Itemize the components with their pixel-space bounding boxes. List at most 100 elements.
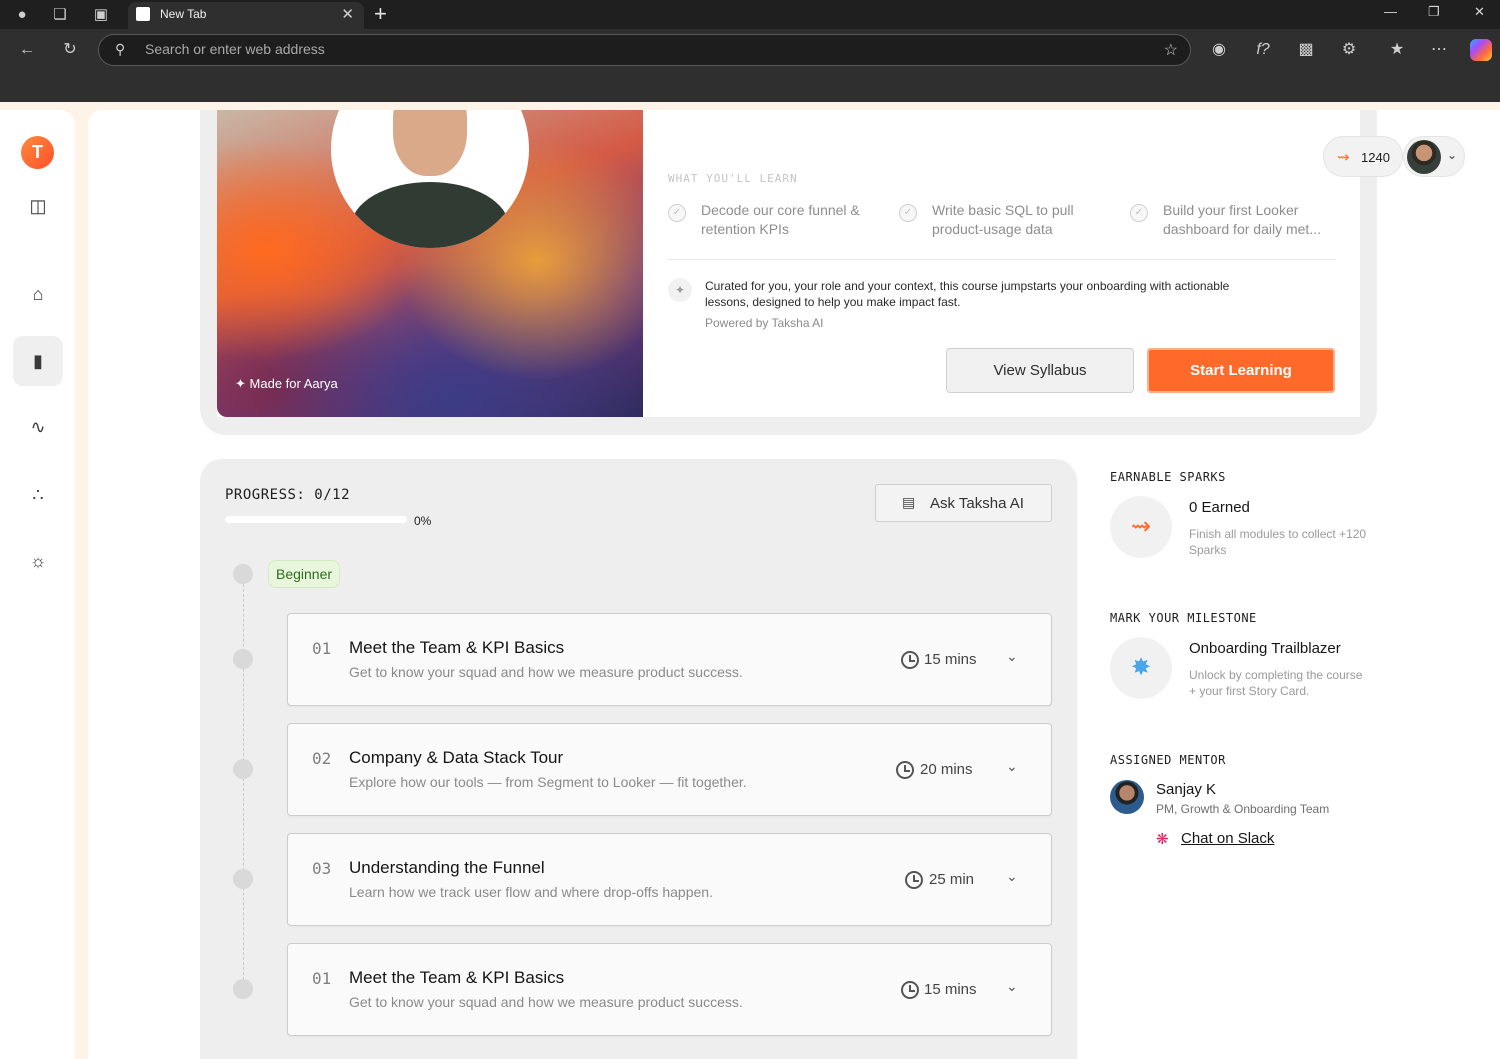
community-icon[interactable]: ∴ xyxy=(24,481,52,509)
extension-icon[interactable]: ◉ xyxy=(1208,39,1230,61)
left-rail: T ◫ ⌂ ▮ ∿ ∴ ☼ xyxy=(0,110,75,1059)
module-duration: 25 min xyxy=(929,871,975,888)
search-icon: ⚲ xyxy=(115,41,126,57)
module-title: Understanding the Funnel xyxy=(349,858,545,877)
milestone-title: Onboarding Trailblazer xyxy=(1189,640,1341,657)
module-duration: 15 mins xyxy=(924,981,977,998)
sparks-earned-desc: Finish all modules to collect +120 Spark… xyxy=(1189,527,1367,557)
mentor-label: ASSIGNED MENTOR xyxy=(1110,753,1226,767)
favorite-star-icon[interactable]: ☆ xyxy=(1164,40,1178,60)
clock-icon xyxy=(905,871,923,889)
clock-icon xyxy=(901,981,919,999)
mentor-role: PM, Growth & Onboarding Team xyxy=(1156,802,1330,816)
sparks-reward-icon: ⇝ xyxy=(1110,496,1172,558)
brain-icon[interactable]: ☼ xyxy=(24,547,52,575)
earnable-sparks-label: EARNABLE SPARKS xyxy=(1110,470,1226,484)
close-window-icon[interactable]: ✕ xyxy=(1474,4,1485,20)
level-badge: Beginner xyxy=(268,560,341,588)
sparks-counter[interactable]: ⇝ 1240 xyxy=(1323,136,1403,177)
back-icon[interactable]: ← xyxy=(16,39,38,61)
ask-ai-button[interactable]: ▤ Ask Taksha AI xyxy=(875,484,1052,522)
main-panel: ✦ Made for Aarya WHAT YOU'LL LEARN ✓ Dec… xyxy=(88,110,1500,1059)
mentor-name: Sanjay K xyxy=(1156,781,1217,798)
browser-toolbar: ← ↻ ⚲ ☆ ◉ f? ▩ ⚙ ★ ⋯ xyxy=(0,29,1500,102)
browser-tab-strip: ● ❏ ▣ New Tab ✕ + — ❐ ✕ xyxy=(0,0,1500,29)
book-icon[interactable]: ▮ xyxy=(24,347,52,375)
module-card[interactable]: 02 Company & Data Stack Tour Explore how… xyxy=(287,723,1052,816)
module-card[interactable]: 01 Meet the Team & KPI Basics Get to kno… xyxy=(287,943,1052,1036)
mentor-avatar xyxy=(1110,780,1144,814)
tab-favicon xyxy=(136,7,150,21)
module-number: 01 xyxy=(312,969,332,988)
check-icon: ✓ xyxy=(899,204,917,222)
timeline-dot xyxy=(233,649,253,669)
chevron-down-icon[interactable]: ⌄ xyxy=(1006,978,1018,995)
refresh-icon[interactable]: ↻ xyxy=(59,39,81,61)
milestone-label: MARK YOUR MILESTONE xyxy=(1110,611,1257,625)
chevron-down-icon[interactable]: ⌄ xyxy=(1006,868,1018,885)
timeline-dot xyxy=(233,759,253,779)
chat-on-slack-link[interactable]: Chat on Slack xyxy=(1181,830,1274,847)
workspaces-icon[interactable]: ❏ xyxy=(49,4,71,26)
address-bar[interactable]: ⚲ ☆ xyxy=(98,34,1191,66)
hero-divider xyxy=(668,259,1336,260)
path-icon[interactable]: ∿ xyxy=(24,413,52,441)
medal-icon: ✸ xyxy=(1130,654,1152,681)
timeline-dot xyxy=(233,564,253,584)
chevron-down-icon: ⌄ xyxy=(1447,148,1458,162)
progress-label: PROGRESS: 0/12 xyxy=(225,487,351,503)
copilot-icon[interactable] xyxy=(1470,39,1492,61)
tab-actions-icon[interactable]: ▣ xyxy=(90,4,112,26)
clock-icon xyxy=(901,651,919,669)
module-title: Meet the Team & KPI Basics xyxy=(349,638,565,657)
profile-icon[interactable]: ● xyxy=(11,4,33,26)
module-duration: 15 mins xyxy=(924,651,977,668)
sparks-earned-title: 0 Earned xyxy=(1189,499,1250,516)
address-input[interactable] xyxy=(145,41,1125,57)
chevron-down-icon[interactable]: ⌄ xyxy=(1006,758,1018,775)
user-menu[interactable]: ⌄ xyxy=(1403,136,1465,177)
spark-icon: ⇝ xyxy=(1130,513,1152,540)
module-title: Company & Data Stack Tour xyxy=(349,748,564,767)
module-description: Get to know your squad and how we measur… xyxy=(349,664,743,680)
module-description: Explore how our tools — from Segment to … xyxy=(349,774,747,790)
chevron-down-icon[interactable]: ⌄ xyxy=(1006,648,1018,665)
module-number: 03 xyxy=(312,859,332,878)
module-description: Learn how we track user flow and where d… xyxy=(349,884,713,900)
screenshot-icon[interactable]: ▩ xyxy=(1295,39,1317,61)
app-logo[interactable]: T xyxy=(21,136,54,169)
timeline-line xyxy=(243,574,244,990)
avatar xyxy=(1407,140,1441,174)
module-title: Meet the Team & KPI Basics xyxy=(349,968,565,987)
spark-icon: ⇝ xyxy=(1337,149,1350,166)
progress-bar xyxy=(225,516,407,523)
module-card[interactable]: 03 Understanding the Funnel Learn how we… xyxy=(287,833,1052,926)
extensions-puzzle-icon[interactable]: ⚙ xyxy=(1338,39,1360,61)
more-menu-icon[interactable]: ⋯ xyxy=(1428,39,1450,61)
new-tab-icon[interactable]: + xyxy=(374,1,387,27)
browser-tab[interactable]: New Tab ✕ xyxy=(128,2,364,29)
module-card[interactable]: 01 Meet the Team & KPI Basics Get to kno… xyxy=(287,613,1052,706)
timeline-dot xyxy=(233,979,253,999)
close-tab-icon[interactable]: ✕ xyxy=(341,5,354,23)
restore-icon[interactable]: ❐ xyxy=(1428,4,1440,20)
start-learning-button[interactable]: Start Learning xyxy=(1147,348,1335,393)
ai-sparkle-icon: ✦ xyxy=(668,278,692,302)
learner-portrait xyxy=(331,110,529,248)
made-for-label: ✦ Made for Aarya xyxy=(235,376,338,391)
check-icon: ✓ xyxy=(668,204,686,222)
milestone-badge-icon: ✸ xyxy=(1110,637,1172,699)
milestone-desc: Unlock by completing the course + your f… xyxy=(1189,668,1363,698)
favorites-icon[interactable]: ★ xyxy=(1386,39,1408,61)
home-icon[interactable]: ⌂ xyxy=(24,280,52,308)
minimize-icon[interactable]: — xyxy=(1384,4,1397,19)
sidebar-toggle-icon[interactable]: ◫ xyxy=(24,192,52,220)
view-syllabus-button[interactable]: View Syllabus xyxy=(946,348,1134,393)
module-number: 02 xyxy=(312,749,332,768)
formula-icon[interactable]: f? xyxy=(1252,39,1274,61)
module-description: Get to know your squad and how we measur… xyxy=(349,994,743,1010)
learn-label: WHAT YOU'LL LEARN xyxy=(668,172,798,185)
powered-by: Powered by Taksha AI xyxy=(705,316,824,330)
progress-percent: 0% xyxy=(414,514,432,528)
portrait-face xyxy=(393,110,467,176)
